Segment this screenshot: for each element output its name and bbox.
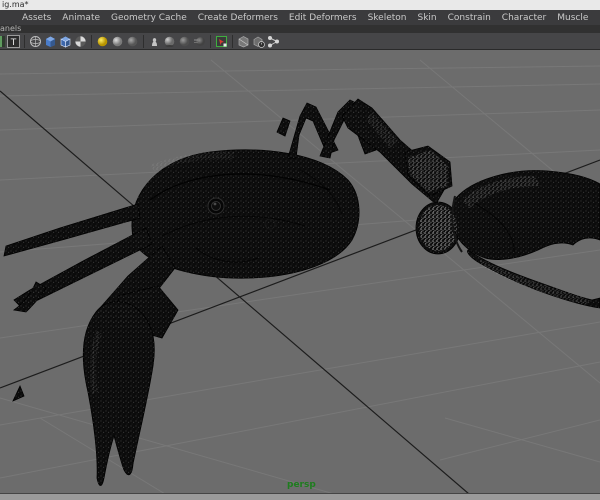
menu-bar: Assets Animate Geometry Cache Create Def… bbox=[0, 10, 600, 25]
toolbar-separator bbox=[91, 34, 92, 48]
viewport-toolbar: T bbox=[0, 33, 600, 50]
occlusion-sphere-icon[interactable] bbox=[178, 35, 191, 48]
xray-active-cube-icon[interactable] bbox=[252, 35, 265, 48]
menu-character[interactable]: Character bbox=[502, 13, 546, 23]
toolbar-separator bbox=[143, 34, 144, 48]
camera-label: persp bbox=[287, 480, 316, 490]
window-title-text: ig.ma* bbox=[2, 0, 29, 9]
default-material-bust-icon[interactable] bbox=[148, 35, 161, 48]
isolate-select-icon[interactable] bbox=[215, 35, 228, 48]
svg-text:T: T bbox=[10, 38, 17, 48]
default-material-sphere-icon[interactable] bbox=[111, 35, 124, 48]
shadows-sphere-icon[interactable] bbox=[163, 35, 176, 48]
crab-model[interactable] bbox=[3, 98, 600, 486]
use-all-lights-icon[interactable] bbox=[96, 35, 109, 48]
menu-animate[interactable]: Animate bbox=[62, 13, 100, 23]
manipulator-t-icon[interactable]: T bbox=[7, 34, 20, 48]
menu-skin[interactable]: Skin bbox=[418, 13, 437, 23]
perspective-viewport[interactable]: persp bbox=[0, 50, 600, 493]
menu-assets[interactable]: Assets bbox=[22, 13, 51, 23]
menu-skeleton[interactable]: Skeleton bbox=[368, 13, 407, 23]
panels-menu[interactable]: anels bbox=[0, 24, 21, 33]
menu-constrain[interactable]: Constrain bbox=[448, 13, 491, 23]
shaded-sphere-icon[interactable] bbox=[126, 35, 139, 48]
menu-muscle[interactable]: Muscle bbox=[557, 13, 588, 23]
menu-geometry-cache[interactable]: Geometry Cache bbox=[111, 13, 187, 23]
toolbar-separator bbox=[232, 34, 233, 48]
xray-joints-icon[interactable] bbox=[267, 35, 280, 48]
menu-create-deformers[interactable]: Create Deformers bbox=[198, 13, 278, 23]
grid-axis-lines bbox=[0, 90, 600, 493]
toolbar-separator bbox=[210, 34, 211, 48]
menu-edit-deformers[interactable]: Edit Deformers bbox=[289, 13, 357, 23]
panel-menu-row: anels bbox=[0, 25, 600, 33]
toolbar-separator bbox=[24, 34, 25, 48]
motionblur-sphere-icon[interactable] bbox=[193, 35, 206, 48]
smooth-shade-cube-icon[interactable] bbox=[44, 35, 57, 48]
clipped-icon[interactable] bbox=[0, 35, 5, 48]
textured-sphere-icon[interactable] bbox=[74, 35, 87, 48]
viewport-render bbox=[0, 59, 600, 493]
wireframe-on-shaded-cube-icon[interactable] bbox=[59, 35, 72, 48]
xray-cube-icon[interactable] bbox=[237, 35, 250, 48]
bottom-panel-edge bbox=[0, 493, 600, 500]
window-title: ig.ma* bbox=[0, 0, 600, 10]
wireframe-sphere-icon[interactable] bbox=[29, 35, 42, 48]
